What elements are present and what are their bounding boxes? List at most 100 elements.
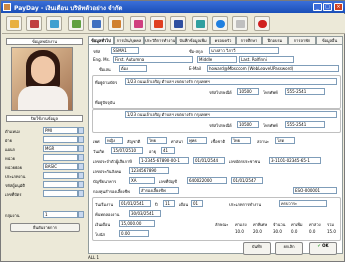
- settings-icon[interactable]: [130, 16, 146, 31]
- save-button[interactable]: บันทึก: [243, 242, 271, 255]
- status-bar: ALL 1: [88, 255, 343, 261]
- confirm-button[interactable]: ยืนยันรายการ: [10, 223, 80, 232]
- tax-id-input[interactable]: 1-2345-67890-00-1: [139, 157, 189, 164]
- tab-education[interactable]: การศึกษา: [236, 36, 262, 44]
- nickname-input[interactable]: ต้อง: [119, 65, 147, 72]
- sidebar-field-section: แผนก MGR: [5, 145, 85, 153]
- eng-first-input[interactable]: First. Autumna: [113, 56, 193, 63]
- provident-fund-select[interactable]: สำรองเลี้ยงชีพ: [139, 187, 179, 194]
- year-input[interactable]: 11: [163, 200, 175, 207]
- report-icon[interactable]: [88, 16, 104, 31]
- dropdown-arrow-icon[interactable]: [78, 136, 84, 143]
- sidebar-field-worktype: ประเภทงาน: [5, 172, 85, 180]
- current-address-input[interactable]: 1/23 ถนนเจ้าเจริญ ตำบลฯ เขตบางรัก กรุงเท…: [125, 111, 337, 118]
- dropdown-arrow-icon[interactable]: [78, 190, 84, 197]
- code-input[interactable]: SSMA1: [111, 47, 139, 54]
- start-date-input[interactable]: 01/01/2541: [119, 200, 151, 207]
- age-input[interactable]: 41: [161, 147, 175, 154]
- zip2-input[interactable]: 10500: [237, 121, 259, 128]
- shift-value: 10.0: [235, 229, 244, 234]
- sex-select[interactable]: หญิง: [105, 137, 123, 144]
- shift-value: 15.0: [327, 229, 336, 234]
- tab-other[interactable]: ข้อมูลอื่น: [316, 36, 343, 44]
- info-icon[interactable]: [212, 16, 228, 31]
- dropdown-arrow-icon[interactable]: [78, 172, 84, 179]
- social-security-input[interactable]: 1234567890: [129, 167, 169, 174]
- bank-select[interactable]: XA: [129, 177, 155, 184]
- bonus-input[interactable]: 0.00: [119, 230, 149, 237]
- app-window: PayDay - เงินเดือน บริษัทตัวอย่าง จำกัด …: [0, 0, 345, 262]
- section-input[interactable]: MGR: [43, 145, 78, 152]
- book-icon[interactable]: [150, 16, 166, 31]
- record-indicator: ALL 1: [88, 255, 100, 260]
- shift-value: 20.0: [253, 229, 262, 234]
- nationality-select[interactable]: ไทย: [147, 137, 167, 144]
- app-icon: [3, 3, 11, 11]
- close-button[interactable]: ×: [334, 3, 343, 11]
- department-input[interactable]: [43, 136, 78, 143]
- dropdown-arrow-icon[interactable]: [78, 145, 84, 152]
- check-icon: ✔: [317, 243, 321, 248]
- eng-middle-input[interactable]: Middle: [197, 56, 237, 63]
- home-icon[interactable]: [6, 16, 22, 31]
- money-icon[interactable]: [68, 16, 84, 31]
- dropdown-arrow-icon[interactable]: [78, 127, 84, 134]
- grid-icon[interactable]: [192, 16, 208, 31]
- worktype-input[interactable]: [43, 172, 78, 179]
- phone-input[interactable]: 555-2541: [285, 88, 325, 95]
- dropdown-arrow-icon[interactable]: [78, 154, 84, 161]
- provident-id-input[interactable]: ESO-000001: [293, 187, 337, 194]
- dropdown-arrow-icon[interactable]: [78, 181, 84, 188]
- tab-extra[interactable]: บันทึกข้อมูลเพิ่ม: [176, 36, 210, 44]
- tab-leave[interactable]: การลาพัก: [288, 36, 316, 44]
- email-input[interactable]: howard@Mbsccom (WebLeaveUPassword): [207, 65, 339, 72]
- name-input[interactable]: นางสาว วิภาวี: [209, 47, 279, 54]
- race-select[interactable]: ไทย: [231, 137, 251, 144]
- month-input[interactable]: 01: [191, 200, 203, 207]
- tab-training[interactable]: ฝึกอบรม: [262, 36, 288, 44]
- unit-input[interactable]: [43, 154, 78, 161]
- cancel-button[interactable]: ยกเลิก: [275, 242, 303, 255]
- national-id-input[interactable]: 3-1101-02345-65-1: [269, 157, 321, 164]
- eng-last-input[interactable]: Last. Rolfinni: [239, 56, 294, 63]
- person-icon[interactable]: [26, 16, 42, 31]
- address-input[interactable]: 1/23 ถนนเจ้าเจริญ ตำบลฯ เขตบางรัก กรุงเท…: [125, 78, 337, 85]
- work-type-select[interactable]: ครบวาระ: [279, 200, 327, 207]
- probation-date-input[interactable]: 30/03/2541: [129, 210, 161, 217]
- shift-value: 30.0: [273, 229, 282, 234]
- calendar-icon[interactable]: [46, 16, 62, 31]
- filter-icon[interactable]: [170, 16, 186, 31]
- dropdown-arrow-icon[interactable]: [78, 211, 84, 218]
- dob-input[interactable]: 15/07/2510: [111, 147, 143, 154]
- employee-sidebar: ข้อมูลพนักงาน ปิดใช้งานข้อมูล ตำแหน่ง PMI…: [2, 35, 86, 261]
- bank-date-input[interactable]: 01/01/2547: [231, 177, 263, 184]
- phone2-input[interactable]: 555-2541: [285, 121, 325, 128]
- tab-finance[interactable]: การเงิน/บุคคล: [114, 36, 144, 44]
- sidebar-field-position: ตำแหน่ง PMI: [5, 127, 85, 135]
- marital-status-select[interactable]: โสด: [275, 137, 295, 144]
- tab-family[interactable]: ครอบครัว: [210, 36, 236, 44]
- card-input[interactable]: [43, 190, 78, 197]
- tax-date-input[interactable]: 01/01/2544: [193, 157, 225, 164]
- window-icon[interactable]: [232, 16, 248, 31]
- subunit-input[interactable]: BASIC: [43, 163, 78, 170]
- approver-input[interactable]: [43, 181, 78, 188]
- shift-value: 0.0: [291, 229, 298, 234]
- sidebar-field-subunit: หน่วยย่อย BASIC: [5, 163, 85, 171]
- tab-work-history[interactable]: ประวัติการทำงาน: [144, 36, 176, 44]
- group-input[interactable]: 1: [43, 211, 78, 218]
- ok-button[interactable]: ✔ OK: [309, 242, 337, 255]
- zip-input[interactable]: 10500: [237, 88, 259, 95]
- position-input[interactable]: PMI: [43, 127, 78, 134]
- main-toolbar: [2, 14, 345, 34]
- dropdown-arrow-icon[interactable]: [78, 163, 84, 170]
- chart-icon[interactable]: [108, 16, 124, 31]
- religion-select[interactable]: พุทธ: [187, 137, 207, 144]
- general-panel: รหัส SSMA1 ชื่อ-สกุล นางสาว วิภาวี Eng. …: [88, 44, 343, 255]
- bank-account-input[interactable]: 640022000: [187, 177, 227, 184]
- salary-input[interactable]: 15,000.00: [119, 220, 155, 227]
- maximize-button[interactable]: □: [323, 3, 332, 11]
- minimize-button[interactable]: _: [313, 3, 322, 11]
- exit-icon[interactable]: [254, 16, 270, 31]
- window-title: PayDay - เงินเดือน บริษัทตัวอย่าง จำกัด: [14, 5, 123, 12]
